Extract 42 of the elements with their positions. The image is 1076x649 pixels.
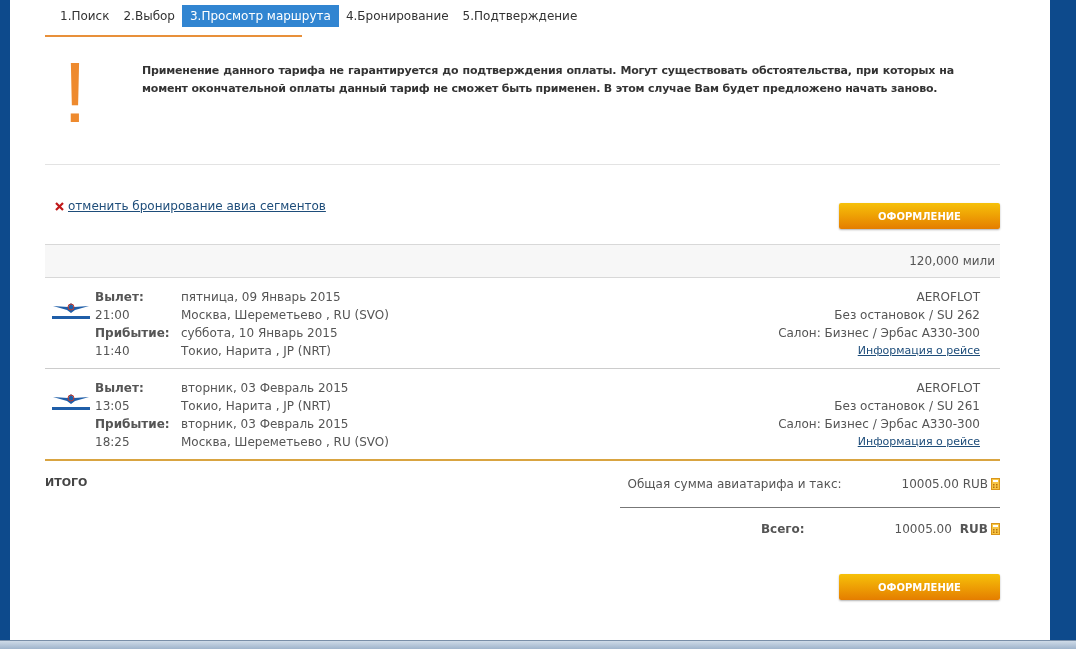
leg-date: пятница, 09 Январь 2015 bbox=[181, 289, 342, 306]
step-tab[interactable]: 4.Бронирование bbox=[338, 5, 456, 27]
cabin-text: Салон: Бизнес / Эрбас А330-300 bbox=[778, 325, 980, 342]
leg-label: Вылет: bbox=[95, 289, 145, 306]
leg-time: 18:25 bbox=[95, 434, 131, 451]
leg-time: 13:05 bbox=[95, 398, 131, 415]
leg-date: суббота, 10 Январь 2015 bbox=[181, 325, 339, 342]
leg-label: Прибытие: bbox=[95, 416, 171, 433]
step-tab[interactable]: 2.Выбор bbox=[116, 5, 182, 27]
leg-time: 11:40 bbox=[95, 343, 131, 360]
leg-place: Москва, Шереметьево , RU (SVO) bbox=[181, 434, 389, 451]
cancel-icon bbox=[55, 201, 64, 211]
leg-time: 21:00 bbox=[95, 307, 131, 324]
flight-info-link[interactable]: Информация о рейсе bbox=[857, 342, 980, 360]
stops-text: Без остановок / SU 262 bbox=[834, 307, 980, 324]
cabin-text: Салон: Бизнес / Эрбас А330-300 bbox=[778, 416, 980, 433]
airline-name: AEROFLOT bbox=[916, 289, 980, 306]
step-tab[interactable]: 3.Просмотр маршрута bbox=[182, 5, 339, 27]
fare-label: Общая сумма авиатарифа и такс: bbox=[627, 476, 842, 493]
grand-total-amount: 10005.00 bbox=[894, 521, 952, 538]
calculator-icon bbox=[991, 523, 1000, 535]
leg-date: вторник, 03 Февраль 2015 bbox=[181, 380, 350, 397]
leg-label: Прибытие: bbox=[95, 325, 171, 342]
leg-place: Токио, Нарита , JP (NRT) bbox=[181, 343, 332, 360]
step-tab[interactable]: 5.Подтверждение bbox=[455, 5, 585, 27]
leg-place: Токио, Нарита , JP (NRT) bbox=[181, 398, 332, 415]
airline-name: AEROFLOT bbox=[916, 380, 980, 397]
step-tab[interactable]: 1.Поиск bbox=[53, 5, 117, 27]
miles-text: 120,000 мили bbox=[909, 253, 995, 270]
grand-total-label: Всего: bbox=[760, 521, 805, 538]
leg-label: Вылет: bbox=[95, 380, 145, 397]
stops-text: Без остановок / SU 261 bbox=[834, 398, 980, 415]
totals-title: ИТОГО bbox=[45, 475, 88, 491]
leg-date: вторник, 03 Февраль 2015 bbox=[181, 416, 350, 433]
grand-total-currency: RUB bbox=[959, 521, 988, 538]
cancel-booking-link[interactable]: отменить бронирование авиа сегментов bbox=[68, 197, 326, 215]
warning-mark: ! bbox=[62, 43, 88, 142]
warning-text: Применение данного тарифа не гарантируется до подтверждения оплаты. Могут существовать обстоятельства, при которых на момент окончательной оплаты данный тариф не сможет быть применен. В этом случае Вам будет предложено начать заново. bbox=[142, 63, 954, 97]
flight-info-link[interactable]: Информация о рейсе bbox=[857, 433, 980, 451]
calculator-icon bbox=[991, 478, 1000, 490]
leg-place: Москва, Шереметьево , RU (SVO) bbox=[181, 307, 389, 324]
fare-value: 10005.00 RUB bbox=[901, 476, 988, 493]
